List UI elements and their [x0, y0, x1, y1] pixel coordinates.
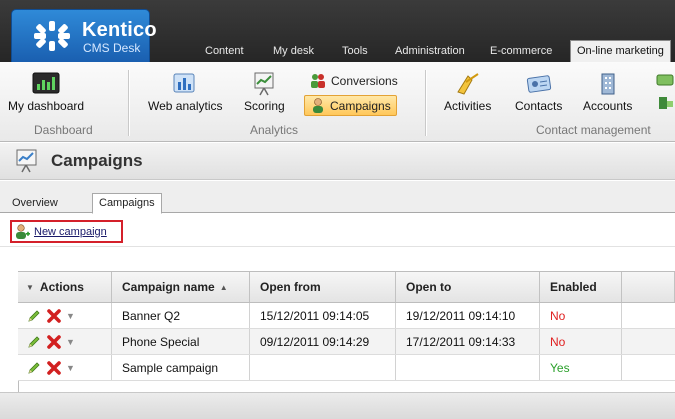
action-bar: New campaign [0, 214, 675, 247]
chevron-down-icon[interactable]: ▼ [66, 311, 75, 321]
table-row: ▼ Phone Special 09/12/2011 09:14:29 17/1… [18, 329, 675, 355]
page-title: Campaigns [51, 151, 143, 170]
grid-header: ▼ Actions Campaign name ▲ Open from Open… [18, 272, 675, 303]
edit-pencil-icon[interactable] [26, 308, 42, 324]
row-actions: ▼ [18, 303, 112, 328]
contacts-button[interactable]: Contacts [515, 72, 562, 113]
contact-management-group-label: Contact management [536, 123, 651, 137]
scoring-button[interactable]: Scoring [244, 72, 285, 113]
conversions-label: Conversions [331, 73, 398, 88]
open-to-column-header[interactable]: Open to [396, 272, 540, 302]
open-from-cell: 15/12/2011 09:14:05 [250, 303, 396, 328]
campaigns-label: Campaigns [330, 98, 391, 113]
enabled-header-label: Enabled [550, 280, 597, 294]
contacts-icon [526, 75, 551, 93]
ribbon-separator [425, 70, 426, 136]
campaigns-icon [313, 97, 323, 113]
open-from-cell [250, 355, 396, 380]
campaign-name-column-header[interactable]: Campaign name ▲ [112, 272, 250, 302]
analytics-group-label: Analytics [250, 123, 299, 137]
enabled-cell: No [540, 303, 622, 328]
logo-subtitle: CMS Desk [83, 41, 141, 55]
actions-header-label: Actions [39, 280, 84, 294]
table-row: ▼ Banner Q2 15/12/2011 09:14:05 19/12/20… [18, 303, 675, 329]
accounts-icon [601, 73, 615, 95]
ribbon-toolbar: My dashboard Dashboard Web analytics Sco… [0, 62, 675, 142]
enabled-cell: Yes [540, 355, 622, 380]
top-header: Kentico CMS Desk Content My desk Tools A… [0, 0, 675, 62]
campaign-name-cell: Banner Q2 [112, 303, 250, 328]
kentico-flower-icon [34, 21, 70, 51]
activities-button[interactable]: Activities [444, 72, 491, 113]
row-actions: ▼ [18, 355, 112, 380]
row-filler [622, 355, 675, 380]
open-to-cell [396, 355, 540, 380]
tab-content[interactable]: Content [205, 41, 244, 62]
edit-pencil-icon[interactable] [26, 360, 42, 376]
clipped-ribbon-icon-2[interactable] [657, 95, 675, 111]
grid-header-filler [622, 272, 675, 302]
campaign-name-cell: Sample campaign [112, 355, 250, 380]
contacts-label: Contacts [515, 99, 563, 113]
campaign-name-cell: Phone Special [112, 329, 250, 354]
open-to-cell: 19/12/2011 09:14:10 [396, 303, 540, 328]
scoring-icon [254, 72, 274, 96]
delete-x-icon[interactable] [46, 334, 62, 350]
kentico-logo[interactable]: Kentico CMS Desk [11, 9, 157, 62]
activities-label: Activities [444, 99, 492, 113]
tab-overview[interactable]: Overview [6, 194, 64, 214]
new-campaign-label: New campaign [34, 225, 107, 238]
edit-pencil-icon[interactable] [26, 334, 42, 350]
actions-column-header[interactable]: ▼ Actions [18, 272, 112, 302]
conversions-button[interactable]: Conversions [304, 70, 403, 91]
enabled-column-header[interactable]: Enabled [540, 272, 622, 302]
open-from-header-label: Open from [260, 280, 321, 294]
dashboard-group-label: Dashboard [34, 123, 93, 137]
delete-x-icon[interactable] [46, 360, 62, 376]
campaigns-page-icon [16, 149, 37, 173]
web-analytics-label: Web analytics [148, 99, 223, 113]
chevron-down-icon[interactable]: ▼ [66, 363, 75, 373]
campaigns-grid: ▼ Actions Campaign name ▲ Open from Open… [18, 271, 675, 381]
dashboard-icon [32, 72, 60, 94]
sub-tabs: Overview Campaigns [0, 181, 675, 214]
delete-x-icon[interactable] [46, 308, 62, 324]
row-filler [622, 329, 675, 354]
tab-campaigns[interactable]: Campaigns [92, 193, 162, 214]
tab-my-desk[interactable]: My desk [273, 41, 314, 62]
logo-title: Kentico [82, 19, 157, 41]
new-campaign-icon [16, 223, 30, 239]
campaign-name-header-label: Campaign name [122, 280, 215, 294]
web-analytics-icon [173, 73, 195, 93]
row-actions: ▼ [18, 329, 112, 354]
clipped-ribbon-icon[interactable] [655, 72, 675, 88]
open-to-cell: 17/12/2011 09:14:33 [396, 329, 540, 354]
enabled-cell: No [540, 329, 622, 354]
web-analytics-button[interactable]: Web analytics [148, 72, 222, 113]
scoring-label: Scoring [244, 99, 285, 113]
tab-administration[interactable]: Administration [395, 41, 465, 62]
chevron-down-icon[interactable]: ▼ [66, 337, 75, 347]
chevron-down-icon: ▼ [26, 282, 34, 292]
open-from-column-header[interactable]: Open from [250, 272, 396, 302]
activities-icon [456, 73, 479, 95]
new-campaign-link[interactable]: New campaign [10, 220, 123, 243]
my-dashboard-button[interactable]: My dashboard [8, 72, 84, 113]
tab-tools[interactable]: Tools [342, 41, 368, 62]
grid-footer [0, 392, 675, 419]
tab-e-commerce[interactable]: E-commerce [490, 41, 552, 62]
open-from-cell: 09/12/2011 09:14:29 [250, 329, 396, 354]
open-to-header-label: Open to [406, 280, 452, 294]
campaigns-button[interactable]: Campaigns [304, 95, 397, 116]
my-dashboard-label: My dashboard [8, 99, 85, 113]
sort-ascending-icon: ▲ [219, 282, 228, 292]
accounts-button[interactable]: Accounts [583, 72, 632, 113]
page-title-bar: Campaigns [0, 143, 675, 180]
tab-on-line-marketing[interactable]: On-line marketing [570, 40, 671, 62]
conversions-icon [311, 73, 325, 88]
ribbon-separator [128, 70, 129, 136]
table-row: ▼ Sample campaign Yes [18, 355, 675, 381]
accounts-label: Accounts [583, 99, 633, 113]
row-filler [622, 303, 675, 328]
